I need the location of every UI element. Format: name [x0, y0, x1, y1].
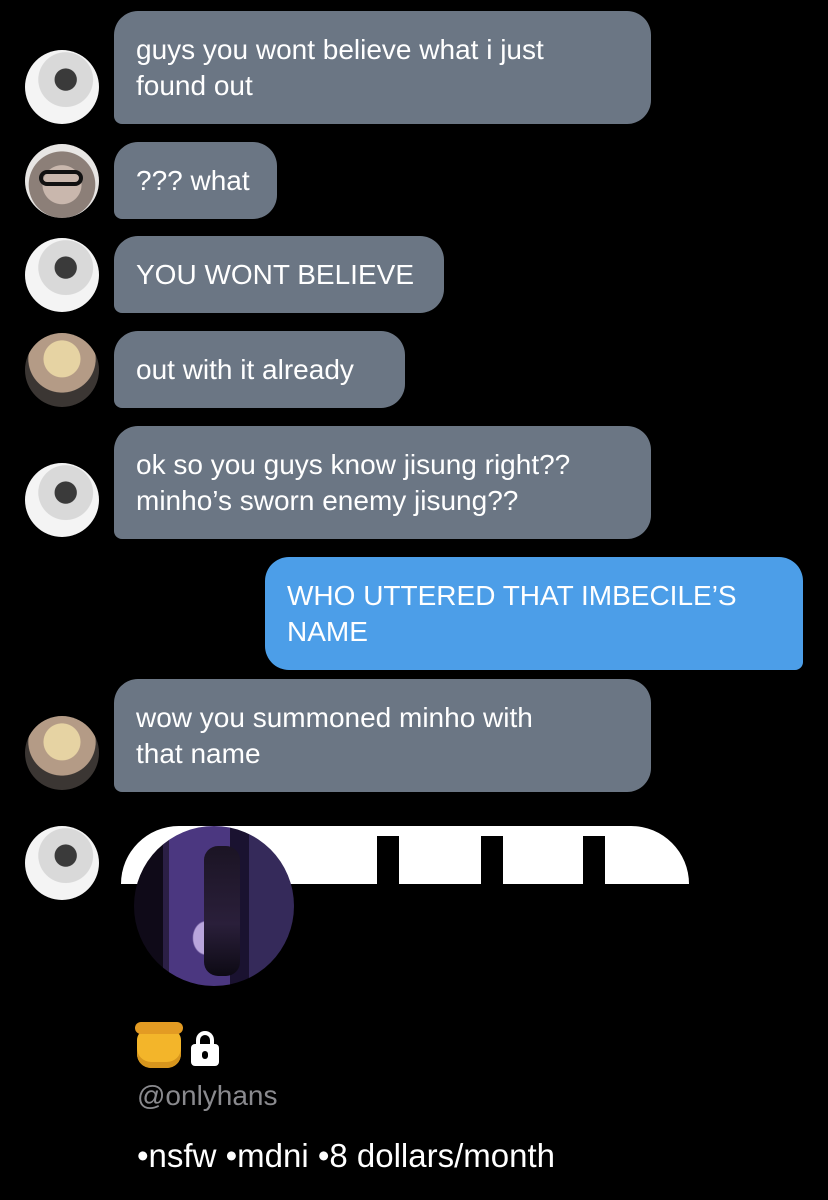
- message-bubble: ok so you guys know jisung right?? minho…: [114, 426, 651, 539]
- honey-pot-icon: [135, 1022, 183, 1068]
- avatar[interactable]: [25, 716, 99, 790]
- banner-gap: [481, 836, 503, 884]
- message-bubble: out with it already: [114, 331, 405, 408]
- message-bubble: ??? what: [114, 142, 277, 219]
- avatar[interactable]: [25, 144, 99, 218]
- message-bubble: guys you wont believe what i just found …: [114, 11, 651, 124]
- profile-handle: @onlyhans: [137, 1080, 278, 1111]
- banner-gap: [377, 836, 399, 884]
- profile-bio: •nsfw •mdni •8 dollars/month: [137, 1137, 555, 1174]
- lock-icon: [191, 1031, 219, 1066]
- avatar[interactable]: [25, 826, 99, 900]
- message-bubble-outgoing: WHO UTTERED THAT IMBECILE’S NAME: [265, 557, 803, 670]
- avatar[interactable]: [25, 50, 99, 124]
- message-bubble: YOU WONT BELIEVE: [114, 236, 444, 313]
- avatar[interactable]: [25, 238, 99, 312]
- message-bubble: wow you summoned minho with that name: [114, 679, 651, 792]
- avatar[interactable]: [25, 463, 99, 537]
- profile-icons: [135, 1022, 219, 1068]
- avatar[interactable]: [25, 333, 99, 407]
- banner-gap: [583, 836, 605, 884]
- profile-picture[interactable]: [134, 826, 294, 986]
